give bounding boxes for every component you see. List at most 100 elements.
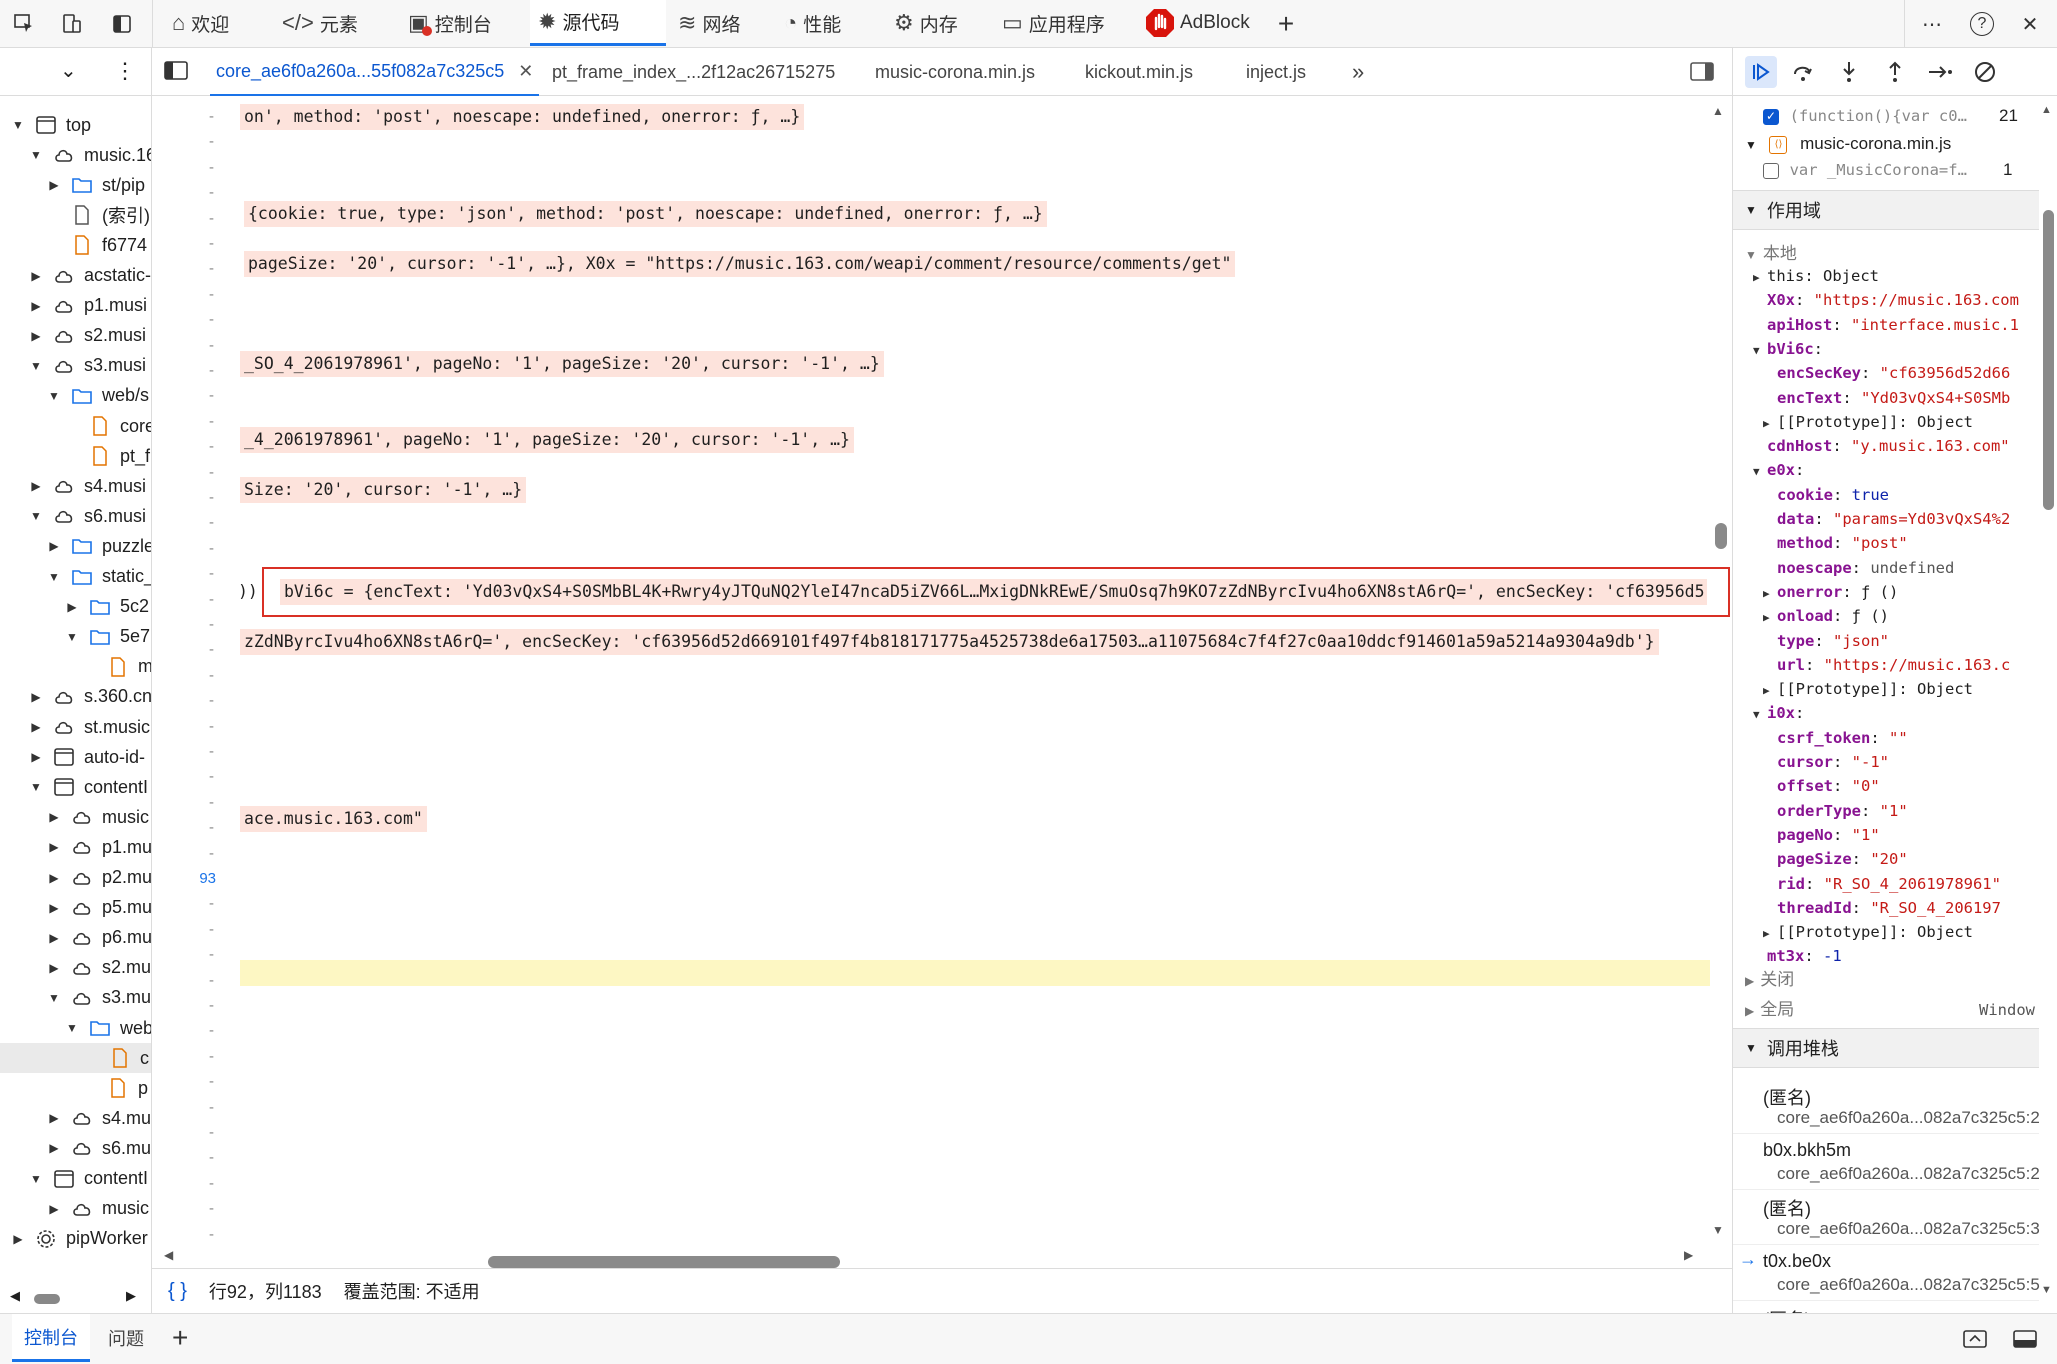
- tree-item[interactable]: ▼ 5e7: [64, 622, 150, 652]
- tree-item[interactable]: ▶ auto-id-: [28, 742, 145, 772]
- breakpoint-checkbox[interactable]: ✓: [1763, 108, 1779, 125]
- drawer-tab-issues[interactable]: 问题: [96, 1314, 156, 1362]
- expanded-arrow-icon[interactable]: ▼: [46, 389, 62, 403]
- step-out-icon[interactable]: [1883, 60, 1907, 89]
- collapsed-arrow-icon[interactable]: ▶: [46, 539, 62, 553]
- tree-item[interactable]: (索引): [46, 200, 150, 230]
- add-tab-button[interactable]: +: [1272, 8, 1300, 39]
- tree-item[interactable]: ▶ music: [46, 802, 149, 832]
- tree-item[interactable]: ▼ static_: [46, 562, 151, 592]
- more-options-icon[interactable]: ⋮: [114, 58, 136, 84]
- pretty-print-button[interactable]: { }: [168, 1280, 187, 1303]
- scope-variable[interactable]: data: "params=Yd03vQxS4%2: [1763, 507, 2010, 531]
- close-devtools-button[interactable]: ✕: [2016, 10, 2044, 38]
- tree-item[interactable]: ▼ web/s: [46, 381, 149, 411]
- inspect-icon[interactable]: [10, 10, 38, 38]
- expanded-arrow-icon[interactable]: ▼: [28, 780, 44, 794]
- tree-item[interactable]: ▼ web: [64, 1013, 151, 1043]
- tree-item[interactable]: ▶ music: [46, 1194, 149, 1224]
- expanded-arrow-icon[interactable]: ▼: [64, 1021, 80, 1035]
- collapsed-arrow-icon[interactable]: ▶: [28, 269, 44, 283]
- collapsed-arrow-icon[interactable]: ▶: [46, 871, 62, 885]
- scroll-left-icon[interactable]: ◀: [164, 1248, 173, 1262]
- scroll-right-icon[interactable]: ▶: [1684, 1248, 1693, 1262]
- scope-variable[interactable]: ▼ i0x:: [1753, 701, 1804, 725]
- scope-variable[interactable]: rid: "R_SO_4_2061978961": [1763, 872, 2001, 896]
- more-tools-button[interactable]: ⋯: [1918, 10, 1946, 38]
- scope-variable[interactable]: pageSize: "20": [1763, 847, 1908, 871]
- nav-scrollbar[interactable]: [34, 1294, 60, 1304]
- local-scope-header[interactable]: ▼ 本地: [1745, 242, 1797, 266]
- scope-variable[interactable]: ▶ [[Prototype]]: Object: [1763, 920, 1973, 944]
- toggle-debugger-icon[interactable]: [1690, 61, 1716, 88]
- tree-item[interactable]: ▶ p2.mu: [46, 863, 151, 893]
- scope-variable[interactable]: apiHost: "interface.music.1: [1753, 313, 2019, 337]
- file-tab-music-corona[interactable]: music-corona.min.js: [875, 48, 1035, 96]
- tree-item[interactable]: ▶ p1.musi: [28, 291, 147, 321]
- collapsed-arrow-icon[interactable]: ▶: [46, 1141, 62, 1155]
- tree-item[interactable]: ▼ s3.musi: [28, 351, 146, 381]
- expanded-arrow-icon[interactable]: ▼: [46, 570, 62, 584]
- resume-button[interactable]: [1745, 56, 1777, 88]
- tab-welcome[interactable]: ⌂ 欢迎: [164, 0, 237, 46]
- scope-variable[interactable]: ▶ [[Prototype]]: Object: [1763, 410, 1973, 434]
- editor-vscrollbar[interactable]: [1715, 523, 1727, 549]
- tree-item[interactable]: ▶ p1.mu: [46, 832, 151, 862]
- expanded-arrow-icon[interactable]: ▼: [1753, 339, 1767, 363]
- tree-item[interactable]: ▶ st/pip: [46, 170, 145, 200]
- breakpoint-item[interactable]: var _MusicCorona=f… 1: [1763, 158, 2012, 182]
- tree-item[interactable]: ▶ s2.mu: [46, 953, 151, 983]
- tab-adblock[interactable]: AdBlock: [1136, 0, 1258, 46]
- collapsed-arrow-icon[interactable]: ▶: [28, 750, 44, 764]
- scroll-up-icon[interactable]: ▲: [1712, 104, 1724, 118]
- collapsed-arrow-icon[interactable]: ▶: [64, 600, 80, 614]
- collapsed-arrow-icon[interactable]: ▶: [1763, 582, 1777, 606]
- scope-variable[interactable]: type: "json": [1763, 629, 1889, 653]
- tree-item[interactable]: ▼ contentI: [28, 772, 148, 802]
- deactivate-breakpoints-icon[interactable]: [1973, 60, 1997, 89]
- breakpoint-item[interactable]: ✓ (function(){var c0… 21: [1763, 104, 2018, 128]
- scope-variable[interactable]: cursor: "-1": [1763, 750, 1889, 774]
- close-drawer-icon[interactable]: [2012, 1328, 2038, 1355]
- tree-item[interactable]: ▶ puzzle: [46, 531, 151, 561]
- closure-scope-header[interactable]: ▶ 关闭: [1745, 968, 1794, 992]
- tree-item[interactable]: ▶ 5c2: [64, 592, 149, 622]
- device-toolbar-icon[interactable]: [58, 10, 86, 38]
- scope-variable[interactable]: url: "https://music.163.c: [1763, 653, 2010, 677]
- scope-variable[interactable]: noescape: undefined: [1763, 556, 1954, 580]
- expanded-arrow-icon[interactable]: ▼: [46, 991, 62, 1005]
- expanded-arrow-icon[interactable]: ▼: [64, 630, 80, 644]
- collapsed-arrow-icon[interactable]: ▶: [46, 178, 62, 192]
- tree-item[interactable]: ▶ acstatic-: [28, 261, 151, 291]
- help-button[interactable]: ?: [1968, 10, 1996, 38]
- tree-item[interactable]: ▶ pipWorker: [10, 1224, 147, 1254]
- scope-variable[interactable]: mt3x: -1: [1753, 944, 1842, 968]
- code-editor[interactable]: - - - - - - - - - - - - - - - - - - - - - - - - - - - - - - 93 - - - - - - - -…: [152, 96, 1732, 1268]
- collapsed-arrow-icon[interactable]: ▶: [46, 810, 62, 824]
- callstack-section-header[interactable]: ▼ 调用堆栈: [1733, 1028, 2039, 1068]
- dock-drawer-icon[interactable]: [1962, 1328, 1988, 1355]
- scroll-down-icon[interactable]: ▼: [2041, 1284, 2052, 1296]
- collapsed-arrow-icon[interactable]: ▶: [28, 479, 44, 493]
- collapsed-arrow-icon[interactable]: ▶: [1763, 679, 1777, 703]
- callstack-frame[interactable]: (匿名) core_ae6f0a260a...082a7c325c5:3: [1733, 1189, 2040, 1245]
- callstack-frame[interactable]: (匿名): [1733, 1300, 2039, 1313]
- tree-item[interactable]: pt_f: [64, 441, 150, 471]
- breakpoint-file[interactable]: ▼ ⟨⟩ music-corona.min.js: [1745, 132, 1951, 156]
- callstack-frame[interactable]: → t0x.be0x core_ae6f0a260a...082a7c325c5:5: [1733, 1245, 2040, 1301]
- expanded-arrow-icon[interactable]: ▼: [28, 509, 44, 523]
- scope-variable[interactable]: threadId: "R_SO_4_206197: [1763, 896, 2001, 920]
- tab-application[interactable]: ▭ 应用程序: [994, 0, 1113, 46]
- editor-hscrollbar[interactable]: [488, 1256, 840, 1268]
- scope-variable[interactable]: ▼ bVi6c:: [1753, 337, 1823, 361]
- scope-variable[interactable]: cdnHost: "y.music.163.com": [1753, 434, 2010, 458]
- collapsed-arrow-icon[interactable]: ▶: [46, 961, 62, 975]
- step-over-icon[interactable]: [1791, 60, 1815, 89]
- file-tab-kickout[interactable]: kickout.min.js: [1085, 48, 1193, 96]
- collapsed-arrow-icon[interactable]: ▶: [46, 1111, 62, 1125]
- file-tab-inject[interactable]: inject.js: [1246, 48, 1306, 96]
- tree-item[interactable]: ▶ s2.musi: [28, 321, 146, 351]
- scroll-down-icon[interactable]: ▼: [1712, 1223, 1724, 1237]
- collapsed-arrow-icon[interactable]: ▶: [1753, 266, 1767, 290]
- tree-item[interactable]: ▶ s4.musi: [28, 471, 146, 501]
